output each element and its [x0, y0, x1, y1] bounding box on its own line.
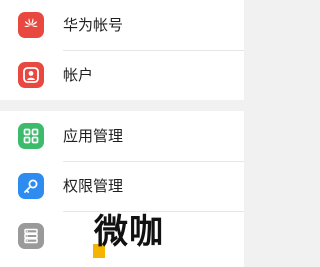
- key-icon: [18, 173, 44, 199]
- settings-item-label: 华为帐号: [63, 16, 124, 34]
- settings-item-account[interactable]: 帐户: [0, 50, 244, 100]
- settings-item-permission-management[interactable]: 权限管理: [0, 161, 244, 211]
- account-icon: [18, 62, 44, 88]
- settings-group-accounts: 华为帐号 帐户: [0, 0, 244, 100]
- settings-item-label: 应用管理: [63, 127, 124, 145]
- settings-item-huawei-id[interactable]: 华为帐号: [0, 0, 244, 50]
- settings-item-label: 权限管理: [63, 177, 124, 195]
- settings-item-label: 帐户: [63, 66, 94, 84]
- settings-item-app-management[interactable]: 应用管理: [0, 111, 244, 161]
- huawei-logo-icon: [18, 12, 44, 38]
- watermark-text: 微咖: [94, 212, 164, 252]
- storage-icon: [18, 223, 44, 249]
- apps-grid-icon: [18, 123, 44, 149]
